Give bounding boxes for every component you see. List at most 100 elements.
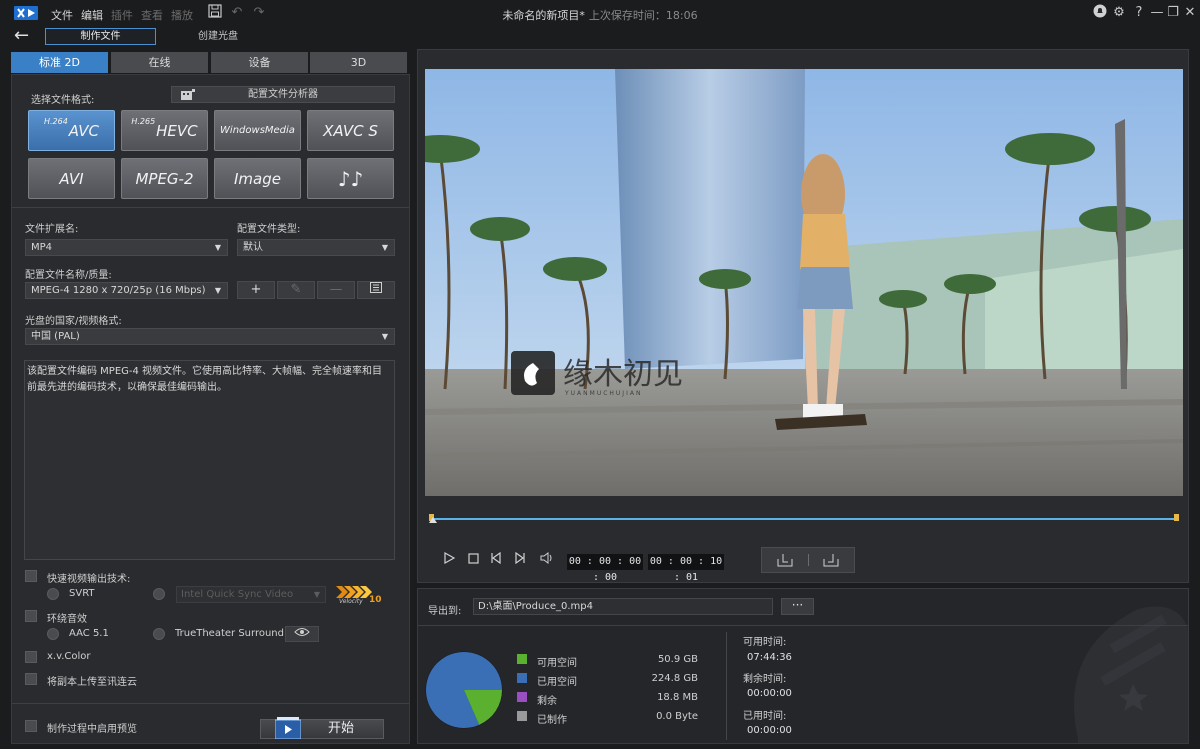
chevron-down-icon: ▼ [214,243,221,252]
format-audio-button[interactable]: ♪♪ [307,158,394,199]
format-xavcs-button[interactable]: XAVC S [307,110,394,151]
chevron-down-icon: ▼ [381,332,388,341]
mark-out-icon [823,554,839,567]
notification-icon[interactable] [1091,4,1109,22]
profile-analyzer-button[interactable]: 配置文件分析器 [171,86,395,103]
restore-icon[interactable]: ❐ [1164,4,1182,22]
add-profile-button[interactable]: + [237,281,275,299]
divider [726,632,727,740]
remaining-time-label: 剩余时间: [743,674,787,685]
profile-type-select[interactable]: 默认 ▼ [237,239,395,256]
upload-checkbox[interactable] [25,673,37,685]
qsv-radio[interactable] [153,588,165,600]
aac-label: AAC 5.1 [69,628,109,639]
mark-out-button[interactable] [822,553,840,567]
mode-produce-tab[interactable]: 制作文件 [45,28,156,45]
back-arrow-icon[interactable]: ← [14,27,36,46]
preview-checkbox[interactable] [25,720,37,732]
format-hevc-button[interactable]: H.265 HEVC [121,110,208,151]
format-avc-sup: H.264 [43,117,68,126]
start-button[interactable]: 开始 [260,717,384,739]
film-icon [181,89,195,100]
mark-in-icon [777,554,793,567]
profile-list-button[interactable] [357,281,395,299]
region-select[interactable]: 中国 (PAL) ▼ [25,328,395,345]
hw-encoder-select[interactable]: Intel Quick Sync Video ▼ [176,586,326,603]
upload-label: 将副本上传至讯连云 [47,677,137,688]
tab-standard-2d[interactable]: 标准 2D [11,52,108,73]
fast-render-checkbox[interactable] [25,570,37,582]
format-avc-button[interactable]: H.264 AVC [28,110,115,151]
legend-remaining-swatch [517,692,527,702]
disk-usage-pie [425,651,503,729]
stop-icon[interactable] [464,552,482,570]
volume-icon[interactable] [538,552,556,570]
truetheater-settings-button[interactable] [285,626,319,642]
ext-select[interactable]: MP4 ▼ [25,239,228,256]
ext-value: MP4 [31,242,53,253]
format-label: 选择文件格式: [31,95,95,106]
legend-used-value: 224.8 GB [651,673,698,684]
format-avi-button[interactable]: AVI [28,158,115,199]
clapper-play-icon [275,717,301,739]
tab-device[interactable]: 设备 [211,52,308,73]
format-wmv-button[interactable]: WindowsMedia [214,110,301,151]
help-icon[interactable]: ? [1130,4,1148,22]
surround-label: 环绕音效 [47,614,87,625]
browse-button[interactable]: ··· [781,598,814,615]
profile-analyzer-label: 配置文件分析器 [248,89,318,100]
profile-name-label: 配置文件名称/质量: [25,270,112,281]
profile-name-select[interactable]: MPEG-4 1280 x 720/25p (16 Mbps) ▼ [25,282,228,299]
gear-icon[interactable]: ⚙ [1110,4,1128,22]
fast-render-label: 快速视频输出技术: [47,574,131,585]
export-path-input[interactable]: D:\桌面\Produce_0.mp4 [473,598,773,615]
svrt-radio[interactable] [47,588,59,600]
legend-used-label: 已用空间 [537,677,577,688]
last-saved: 上次保存时间：18:06 [588,9,698,22]
profile-name-value: MPEG-4 1280 x 720/25p (16 Mbps) [31,285,206,296]
mark-button-group [761,547,855,573]
tab-online[interactable]: 在线 [111,52,208,73]
mark-out-handle[interactable] [1174,514,1179,521]
remove-profile-button[interactable]: — [317,281,355,299]
video-preview[interactable]: 缘木初见 YUANMUCHUJIAN [425,69,1183,496]
eye-icon [294,628,310,636]
remaining-time-value: 00:00:00 [747,688,792,699]
legend-produced-label: 已制作 [537,715,567,726]
start-label: 开始 [328,721,355,736]
xvcolor-checkbox[interactable] [25,651,37,663]
elapsed-time-label: 已用时间: [743,711,787,722]
elapsed-time-value: 00:00:00 [747,725,792,736]
mark-in-button[interactable] [776,553,794,567]
music-note-icon: ♪♪ [337,166,364,191]
available-time-label: 可用时间: [743,637,787,648]
current-timecode: 00 : 00 : 00 : 00 [567,554,643,583]
format-hevc-label: HEVC [156,121,198,140]
mode-disc-tab[interactable]: 创建光盘 [170,28,266,45]
truetheater-label: TrueTheater Surround [175,628,284,639]
export-label: 导出到: [428,606,462,617]
format-mpeg2-button[interactable]: MPEG-2 [121,158,208,199]
play-icon[interactable] [440,551,458,570]
close-icon[interactable]: ✕ [1181,4,1199,22]
format-avi-label: AVI [59,169,84,188]
next-frame-icon[interactable] [511,551,529,570]
preview-label: 制作过程中启用预览 [47,724,137,735]
list-icon [370,282,382,293]
chevron-down-icon: ▼ [214,286,221,295]
svrt-label: SVRT [69,588,95,599]
legend-free-swatch [517,654,527,664]
previous-frame-icon[interactable] [487,551,505,570]
tab-3d[interactable]: 3D [310,52,407,73]
divider [808,554,809,566]
edit-profile-button[interactable]: ✎ [277,281,315,299]
truetheater-radio[interactable] [153,628,165,640]
timeline-scrubber[interactable] [425,511,1183,527]
watermark-text: 缘木初见 [563,357,683,392]
divider [12,207,409,208]
profile-description: 该配置文件编码 MPEG-4 视频文件。它使用高比特率、大帧幅、完全帧速率和目前… [24,360,395,560]
aac-radio[interactable] [47,628,59,640]
surround-checkbox[interactable] [25,610,37,622]
format-image-button[interactable]: Image [214,158,301,199]
divider [12,703,409,704]
